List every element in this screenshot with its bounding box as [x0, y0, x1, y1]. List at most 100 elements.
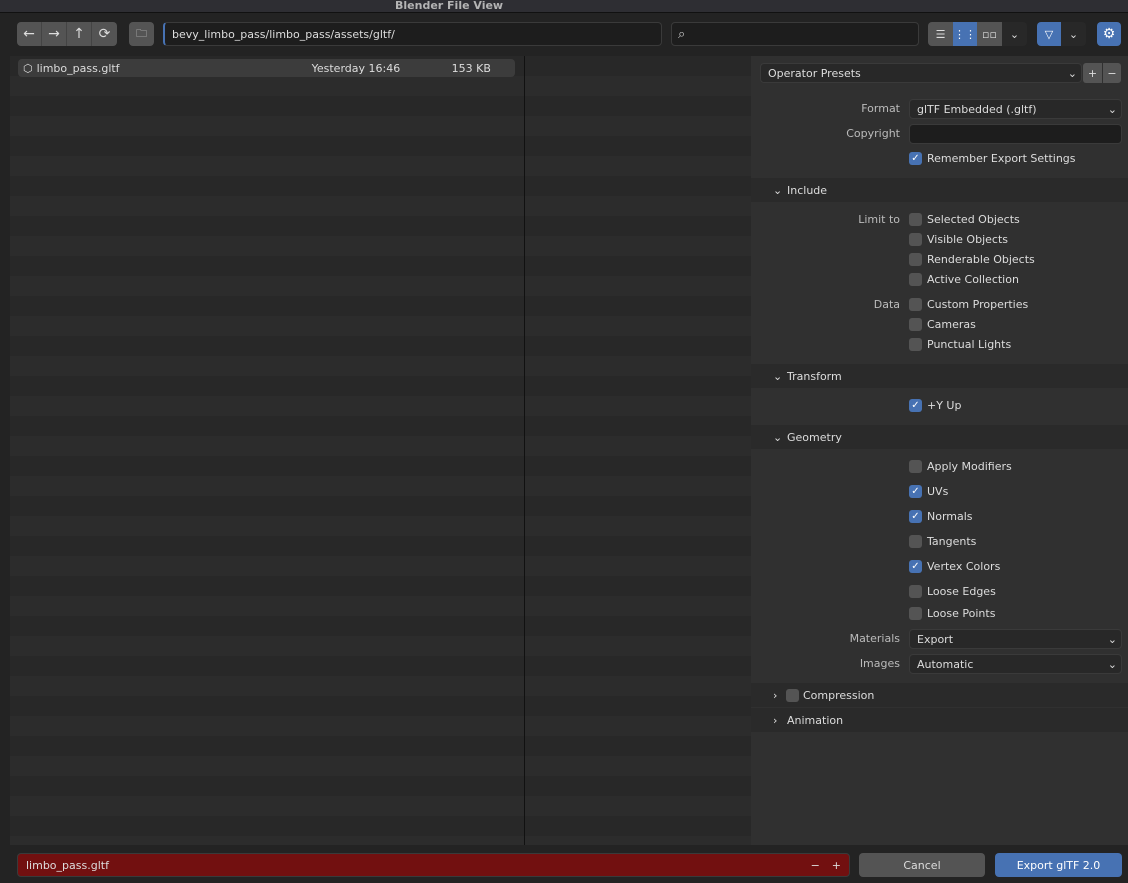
checkbox-label: Loose Edges — [927, 585, 996, 598]
nav-buttons: ← → ↑ ⟳ — [17, 22, 117, 46]
vertical-list-view-button[interactable]: ☰ — [928, 22, 953, 46]
file-list-row — [10, 476, 751, 496]
checkbox-box — [909, 298, 922, 311]
animation-section-header[interactable]: › Animation — [751, 708, 1128, 732]
operator-presets-dropdown[interactable]: Operator Presets ⌄ — [760, 63, 1082, 83]
limit-checkbox[interactable]: Visible Objects — [909, 233, 1008, 246]
section-title: Compression — [803, 688, 875, 702]
checkmark-icon: ✓ — [909, 152, 922, 165]
new-folder-button[interactable]: 🗀 — [129, 22, 154, 46]
cancel-button[interactable]: Cancel — [859, 853, 985, 877]
section-title: Geometry — [787, 430, 842, 444]
file-list-row — [10, 136, 751, 156]
chevron-right-icon: › — [773, 688, 778, 702]
remove-preset-button[interactable]: − — [1103, 63, 1121, 83]
file-list-row — [10, 756, 751, 776]
geometry-checkbox[interactable]: ✓ Normals — [909, 510, 973, 523]
add-preset-button[interactable]: + — [1083, 63, 1102, 83]
limit-checkbox[interactable]: Renderable Objects — [909, 253, 1035, 266]
data-checkbox[interactable]: Custom Properties — [909, 298, 1028, 311]
images-label: Images — [859, 657, 900, 670]
geometry-checkbox[interactable]: Loose Points — [909, 607, 995, 620]
remember-settings-checkbox[interactable]: ✓ Remember Export Settings — [909, 152, 1076, 165]
thumbnails-view-button[interactable]: ▫▫ — [977, 22, 1002, 46]
images-value: Automatic — [917, 657, 974, 671]
filter-toggle-button[interactable]: ▽ — [1037, 22, 1061, 46]
geometry-checkbox[interactable]: ✓ Vertex Colors — [909, 560, 1000, 573]
file-list-row — [10, 436, 751, 456]
filter-settings-dropdown[interactable]: ⌄ — [1061, 22, 1086, 46]
file-list-row — [10, 776, 751, 796]
file-list-row — [10, 836, 751, 845]
file-date: Yesterday 16:46 — [311, 61, 401, 75]
checkbox-box — [909, 585, 922, 598]
compression-section-header[interactable]: › Compression — [751, 683, 1128, 707]
file-list-row — [10, 656, 751, 676]
display-settings-dropdown[interactable]: ⌄ — [1002, 22, 1027, 46]
view-mode-group: ☰ ⋮⋮ ▫▫ ⌄ — [928, 22, 1027, 46]
chevron-down-icon: ⌄ — [773, 369, 783, 383]
data-checkbox[interactable]: Cameras — [909, 318, 976, 331]
file-list-row — [10, 256, 751, 276]
copyright-input[interactable] — [909, 124, 1122, 144]
checkbox-label: Active Collection — [927, 273, 1019, 286]
file-list-row — [10, 156, 751, 176]
format-value: glTF Embedded (.gltf) — [917, 102, 1037, 116]
images-dropdown[interactable]: Automatic ⌄ — [909, 654, 1122, 674]
export-button[interactable]: Export glTF 2.0 — [995, 853, 1122, 877]
checkbox-label: Apply Modifiers — [927, 460, 1012, 473]
include-section-header[interactable]: ⌄ Include — [751, 178, 1128, 202]
compression-checkbox[interactable] — [786, 688, 799, 702]
checkmark-icon: ✓ — [909, 560, 922, 573]
increment-filename-button[interactable]: + — [832, 859, 841, 872]
gear-icon: ⚙ — [1102, 26, 1116, 42]
search-input[interactable]: ⌕ — [671, 22, 919, 46]
limit-checkbox[interactable]: Selected Objects — [909, 213, 1020, 226]
path-input[interactable]: bevy_limbo_pass/limbo_pass/assets/gltf/ — [163, 22, 662, 46]
geometry-checkbox[interactable]: Apply Modifiers — [909, 460, 1012, 473]
refresh-button[interactable]: ⟳ — [92, 22, 117, 46]
chevron-down-icon: ⌄ — [773, 430, 783, 444]
parent-directory-button[interactable]: ↑ — [67, 22, 92, 46]
geometry-checkbox[interactable]: ✓ UVs — [909, 485, 948, 498]
horizontal-list-view-button[interactable]: ⋮⋮ — [953, 22, 977, 46]
back-button[interactable]: ← — [17, 22, 42, 46]
transform-section-header[interactable]: ⌄ Transform — [751, 364, 1128, 388]
section-title: Transform — [787, 369, 842, 383]
decrement-filename-button[interactable]: − — [811, 859, 820, 872]
file-list-row — [10, 276, 751, 296]
materials-dropdown[interactable]: Export ⌄ — [909, 629, 1122, 649]
geometry-section-header[interactable]: ⌄ Geometry — [751, 425, 1128, 449]
file-list-row — [10, 336, 751, 356]
file-list-row — [10, 396, 751, 416]
file-list-row — [10, 596, 751, 616]
geometry-checkbox[interactable]: Loose Edges — [909, 585, 996, 598]
format-dropdown[interactable]: glTF Embedded (.gltf) ⌄ — [909, 99, 1122, 119]
y-up-checkbox[interactable]: ✓ +Y Up — [909, 399, 961, 412]
limit-checkbox[interactable]: Active Collection — [909, 273, 1019, 286]
chevron-down-icon: ⌄ — [1107, 632, 1117, 646]
settings-toggle-button[interactable]: ⚙ — [1097, 22, 1121, 46]
chevron-down-icon: ⌄ — [773, 183, 783, 197]
checkbox-box — [909, 338, 922, 351]
checkbox-label: Renderable Objects — [927, 253, 1035, 266]
file-list-row — [10, 736, 751, 756]
data-checkbox[interactable]: Punctual Lights — [909, 338, 1011, 351]
file-name: limbo_pass.gltf — [36, 61, 120, 75]
section-title: Animation — [787, 713, 844, 727]
file-list-row — [10, 516, 751, 536]
file-list-row — [10, 576, 751, 596]
checkbox-label: Selected Objects — [927, 213, 1020, 226]
file-list-row — [10, 816, 751, 836]
forward-button[interactable]: → — [42, 22, 67, 46]
title-bar: Blender File View — [0, 0, 1128, 13]
file-list-row — [10, 536, 751, 556]
file-list-row — [10, 76, 751, 96]
column-divider[interactable] — [524, 56, 525, 845]
file-list-row — [10, 696, 751, 716]
checkbox-label: Punctual Lights — [927, 338, 1012, 351]
materials-label: Materials — [849, 632, 900, 645]
file-item[interactable]: ⬡ limbo_pass.gltf Yesterday 16:46 153 KB — [18, 59, 515, 77]
filename-input[interactable]: limbo_pass.gltf − + — [17, 853, 850, 877]
geometry-checkbox[interactable]: Tangents — [909, 535, 976, 548]
